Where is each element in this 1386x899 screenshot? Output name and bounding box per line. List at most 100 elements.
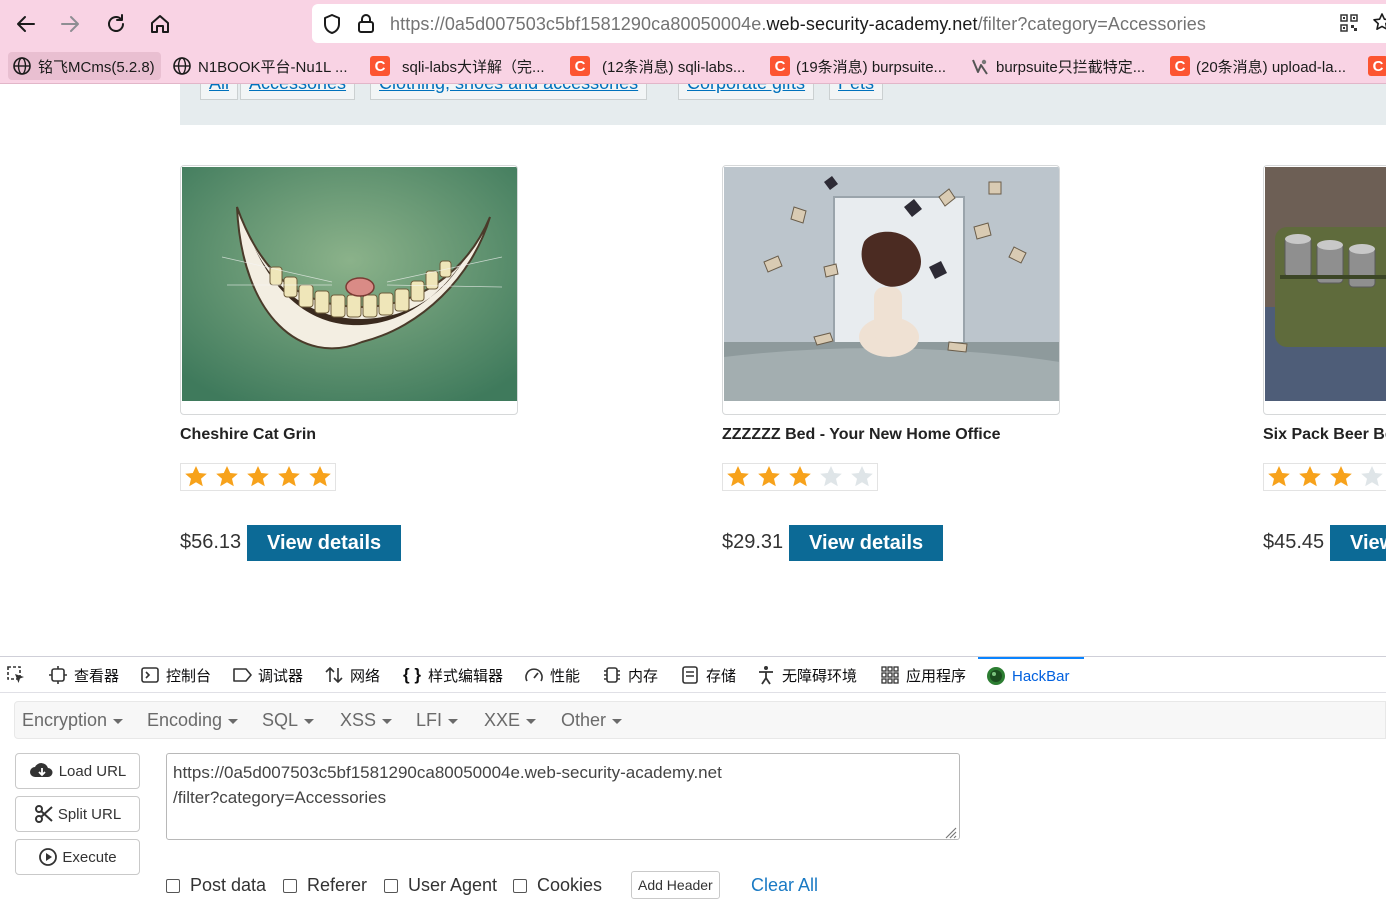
- view-details-button[interactable]: View details: [247, 525, 402, 561]
- address-bar[interactable]: https://0a5d007503c5bf1581290ca80050004e…: [312, 4, 1386, 43]
- bookmark-item[interactable]: C (12条消息) sqli-labs...: [566, 52, 751, 80]
- play-circle-icon: [38, 847, 58, 867]
- bookmark-label: burpsuite只拦截特定...: [996, 58, 1146, 76]
- menu-sql[interactable]: SQL: [262, 710, 315, 731]
- tab-label: 网络: [350, 667, 381, 685]
- lock-icon[interactable]: [356, 12, 376, 39]
- bookmark-item[interactable]: burpsuite只拦截特定...: [966, 52, 1151, 80]
- cloud-download-icon: [29, 761, 55, 781]
- caret-down-icon: [113, 718, 124, 724]
- execute-button[interactable]: Execute: [15, 839, 140, 875]
- product-title: ZZZZZZ Bed - Your New Home Office: [722, 426, 1001, 443]
- bookmark-label: 铭飞MCms(5.2.8): [38, 58, 155, 76]
- tab-memory[interactable]: 内存: [602, 657, 658, 693]
- product-price: $29.31: [722, 531, 784, 553]
- filter-pets-link[interactable]: Pets: [829, 84, 884, 100]
- csdn-icon: C: [370, 56, 390, 76]
- product-image[interactable]: [180, 165, 518, 415]
- csdn-icon: C: [770, 56, 790, 76]
- cookies-checkbox[interactable]: Cookies: [513, 875, 602, 896]
- checkbox-box[interactable]: [166, 878, 180, 893]
- star-rating: [1263, 463, 1386, 491]
- menu-xxe[interactable]: XXE: [484, 710, 537, 731]
- forward-arrow-icon[interactable]: [54, 8, 86, 40]
- tab-label: 样式编辑器: [428, 667, 504, 685]
- referer-checkbox[interactable]: Referer: [283, 875, 367, 896]
- split-url-button[interactable]: Split URL: [15, 796, 140, 832]
- view-details-button[interactable]: View details: [1330, 525, 1386, 561]
- resize-grip-icon[interactable]: [941, 821, 957, 839]
- tab-storage[interactable]: 存储: [680, 657, 736, 693]
- url-line: /filter?category=Accessories: [173, 788, 387, 807]
- devtools-panel: 查看器 控制台 调试器 网络 { } 样式编辑器 性能 内存 存储 无障碍环境 …: [0, 656, 1386, 899]
- add-header-button[interactable]: Add Header: [631, 871, 720, 899]
- tracking-shield-icon[interactable]: [322, 13, 342, 40]
- bookmark-item[interactable]: C (20条消息) upload-la...: [1166, 52, 1352, 80]
- tab-network[interactable]: 网络: [324, 657, 380, 693]
- bookmark-item[interactable]: C (19条消息) burpsuite...: [766, 52, 952, 80]
- product-image[interactable]: [1263, 165, 1386, 415]
- bookmark-item[interactable]: 铭飞MCms(5.2.8): [8, 52, 161, 80]
- star-filled-icon: [727, 466, 749, 487]
- reload-icon[interactable]: [100, 8, 132, 40]
- load-url-button[interactable]: Load URL: [15, 753, 140, 789]
- menu-xss[interactable]: XSS: [340, 710, 393, 731]
- menu-label: SQL: [262, 710, 299, 730]
- url-prefix: https://0a5d007503c5bf1581290ca80050004e…: [390, 14, 767, 34]
- product-title: Six Pack Beer Belt: [1263, 426, 1386, 443]
- bookmark-label: (19条消息) burpsuite...: [796, 58, 947, 76]
- url-text[interactable]: https://0a5d007503c5bf1581290ca80050004e…: [390, 14, 1206, 35]
- product-image[interactable]: [722, 165, 1060, 415]
- post-data-checkbox[interactable]: Post data: [166, 875, 266, 896]
- tab-style-editor[interactable]: { } 样式编辑器: [402, 657, 503, 693]
- product-price: $56.13: [180, 531, 242, 553]
- bookmark-star-icon[interactable]: [1372, 12, 1386, 37]
- tab-application[interactable]: 应用程序: [880, 657, 966, 693]
- tab-inspector[interactable]: 查看器: [48, 657, 119, 693]
- checkbox-box[interactable]: [384, 878, 398, 893]
- tab-hackbar[interactable]: HackBar: [978, 657, 1084, 693]
- filter-all-link[interactable]: All: [200, 84, 239, 100]
- clear-all-link[interactable]: Clear All: [751, 875, 818, 896]
- tab-label: 应用程序: [906, 667, 967, 685]
- scissors-icon: [34, 804, 54, 824]
- url-line: https://0a5d007503c5bf1581290ca80050004e…: [173, 763, 722, 782]
- menu-encoding[interactable]: Encoding: [147, 710, 239, 731]
- checkbox-box[interactable]: [283, 878, 297, 893]
- filter-clothing-link[interactable]: Clothing, shoes and accessories: [370, 84, 648, 100]
- checkbox-label: Referer: [307, 875, 368, 895]
- back-arrow-icon[interactable]: [10, 8, 42, 40]
- filter-accessories-link[interactable]: Accessories: [240, 84, 356, 100]
- menu-encryption[interactable]: Encryption: [22, 710, 124, 731]
- menu-other[interactable]: Other: [561, 710, 623, 731]
- view-details-button[interactable]: View details: [789, 525, 944, 561]
- star-filled-icon: [185, 466, 207, 487]
- bookmark-item[interactable]: C sqli-labs大详解（完...: [366, 52, 551, 80]
- menu-lfi[interactable]: LFI: [416, 710, 459, 731]
- tab-accessibility[interactable]: 无障碍环境: [756, 657, 857, 693]
- caret-down-icon: [526, 718, 537, 724]
- bookmark-item[interactable]: C: [1364, 52, 1386, 80]
- tab-label: 无障碍环境: [782, 667, 858, 685]
- checkbox-box[interactable]: [513, 878, 527, 893]
- url-host: web-security-academy.net: [766, 14, 978, 34]
- tab-console[interactable]: 控制台: [140, 657, 211, 693]
- caret-down-icon: [612, 718, 623, 724]
- category-filter-bar: All Accessories Clothing, shoes and acce…: [180, 84, 1386, 125]
- star-rating: [722, 463, 878, 491]
- tab-debugger[interactable]: 调试器: [232, 657, 303, 693]
- bookmarks-bar: 铭飞MCms(5.2.8) N1BOOK平台-Nu1L ... C sqli-l…: [0, 48, 1386, 84]
- accessibility-icon: [756, 665, 776, 685]
- qr-code-icon[interactable]: [1340, 14, 1358, 37]
- home-icon[interactable]: [144, 8, 176, 40]
- filter-corporate-gifts-link[interactable]: Corporate gifts: [678, 84, 815, 100]
- url-textarea[interactable]: https://0a5d007503c5bf1581290ca80050004e…: [166, 753, 960, 840]
- menu-label: Other: [561, 710, 607, 730]
- tab-performance[interactable]: 性能: [524, 657, 580, 693]
- menu-label: XSS: [340, 710, 377, 730]
- menu-label: Encryption: [22, 710, 108, 730]
- element-picker-icon[interactable]: [6, 665, 26, 690]
- user-agent-checkbox[interactable]: User Agent: [384, 875, 497, 896]
- checkbox-label: Cookies: [537, 875, 603, 895]
- bookmark-item[interactable]: N1BOOK平台-Nu1L ...: [168, 52, 354, 80]
